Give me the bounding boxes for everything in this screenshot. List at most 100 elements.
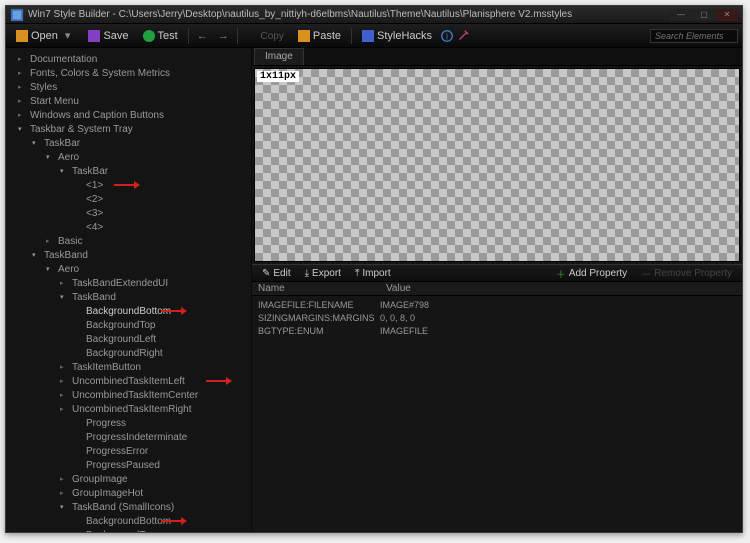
tree-item[interactable]: BackgroundBottom (6, 304, 251, 318)
back-button[interactable]: ← (193, 30, 212, 42)
chevron-right-icon: ▸ (60, 363, 68, 371)
chevron-right-icon: ▸ (60, 489, 68, 497)
tree-label: BackgroundTop (86, 320, 156, 331)
tree-label: <2> (86, 194, 103, 205)
disk-icon (88, 30, 100, 42)
stylehacks-label: StyleHacks (377, 30, 432, 42)
tree-item[interactable]: <2> (6, 192, 251, 206)
tree-item[interactable]: <1> (6, 178, 251, 192)
tree-item[interactable]: ▾TaskBand (6, 290, 251, 304)
tree-label: BackgroundBottom (86, 306, 171, 317)
titlebar[interactable]: Win7 Style Builder - C:\Users\Jerry\Desk… (6, 6, 742, 24)
tab-image[interactable]: Image (254, 48, 304, 65)
chevron-right-icon: ▸ (60, 377, 68, 385)
tree-item[interactable]: ▸GroupImageHot (6, 486, 251, 500)
save-button[interactable]: Save (82, 28, 134, 44)
tree-item[interactable]: Progress (6, 416, 251, 430)
chevron-down-icon: ▾ (60, 167, 68, 175)
chevron-right-icon: ▸ (60, 475, 68, 483)
chevron-right-icon: ▸ (18, 111, 26, 119)
tree-item[interactable]: ▸GroupImage (6, 472, 251, 486)
separator (188, 28, 189, 44)
tree-item[interactable]: ▾ TaskBar (6, 164, 251, 178)
property-row[interactable]: IMAGEFILE:FILENAMEIMAGE#798 (252, 298, 742, 311)
save-label: Save (103, 30, 128, 42)
tree-label: <3> (86, 208, 103, 219)
main-panel: Image 1x11px ✎Edit ⤓Export ⤒Import ＋Add … (252, 48, 742, 532)
image-preview[interactable]: 1x11px (254, 68, 740, 262)
edit-button[interactable]: ✎Edit (256, 268, 297, 279)
test-button[interactable]: Test (137, 28, 184, 44)
tree-label: Windows and Caption Buttons (30, 110, 164, 121)
annotation-arrow (206, 376, 236, 386)
tree-item[interactable]: ▸ Styles (6, 80, 251, 94)
chevron-right-icon: ▸ (18, 97, 26, 105)
property-grid[interactable]: IMAGEFILE:FILENAMEIMAGE#798SIZINGMARGINS… (252, 296, 742, 532)
tree-item[interactable]: ▾TaskBar (6, 136, 251, 150)
chevron-right-icon: ▸ (18, 69, 26, 77)
prop-name: SIZINGMARGINS:MARGINS (252, 313, 380, 323)
tree-item[interactable]: ▾Aero (6, 150, 251, 164)
import-button[interactable]: ⤒Import (349, 268, 397, 279)
tree-item[interactable]: ▸UncombinedTaskItemCenter (6, 388, 251, 402)
add-property-button[interactable]: ＋Add Property (550, 266, 633, 281)
tree-item[interactable]: ▾TaskBand (SmallIcons) (6, 500, 251, 514)
property-row[interactable]: SIZINGMARGINS:MARGINS0, 0, 8, 0 (252, 311, 742, 324)
forward-button[interactable]: → (214, 30, 233, 42)
tree-item[interactable]: ▾Aero (6, 262, 251, 276)
tree-label: TaskBar (72, 166, 108, 177)
stylehacks-button[interactable]: StyleHacks (356, 28, 438, 44)
tree-label: TaskBand (SmallIcons) (72, 502, 174, 513)
tree-item[interactable]: ▸UncombinedTaskItemLeft (6, 374, 251, 388)
tree-label: UncombinedTaskItemRight (72, 404, 192, 415)
col-value[interactable]: Value (380, 282, 742, 295)
app-window: Win7 Style Builder - C:\Users\Jerry\Desk… (5, 5, 743, 533)
tree-item[interactable]: ▾Taskbar & System Tray (6, 122, 251, 136)
tree-label: Progress (86, 418, 126, 429)
tree-item[interactable]: ▸UncombinedTaskItemRight (6, 402, 251, 416)
export-button[interactable]: ⤓Export (299, 268, 347, 279)
tool-icon[interactable] (456, 29, 470, 43)
tree-item[interactable]: BackgroundLeft (6, 332, 251, 346)
open-button[interactable]: Open▾ (10, 27, 80, 44)
search-input[interactable] (650, 29, 738, 43)
info-icon[interactable]: i (440, 29, 454, 43)
tree-item[interactable]: ▸Documentation (6, 52, 251, 66)
tree-item[interactable]: BackgroundBottom (6, 514, 251, 528)
paste-button[interactable]: Paste (292, 28, 347, 44)
minimize-button[interactable]: — (670, 9, 692, 21)
tree-label: ProgressPaused (86, 460, 160, 471)
wrench-icon (362, 30, 374, 42)
tree-label: TaskBand (72, 292, 116, 303)
tree-item[interactable]: ProgressError (6, 444, 251, 458)
tree-item[interactable]: ▸ Windows and Caption Buttons (6, 108, 251, 122)
chevron-right-icon: ▸ (18, 55, 26, 63)
tree-sidebar[interactable]: ▸Documentation▸Fonts, Colors & System Me… (6, 48, 252, 532)
prop-name: BGTYPE:ENUM (252, 326, 380, 336)
chevron-down-icon: ▾ (18, 125, 26, 133)
image-size-label: 1x11px (257, 71, 299, 82)
tree-item[interactable]: ProgressPaused (6, 458, 251, 472)
tree-item[interactable]: ▸Basic (6, 234, 251, 248)
property-header: Name Value (252, 282, 742, 296)
col-name[interactable]: Name (252, 282, 380, 295)
chevron-right-icon: ▸ (18, 83, 26, 91)
tree-item[interactable]: BackgroundTop (6, 318, 251, 332)
tree-item[interactable]: <3> (6, 206, 251, 220)
tree-item[interactable]: <4> (6, 220, 251, 234)
tree-item[interactable]: ▸Fonts, Colors & System Metrics (6, 66, 251, 80)
close-button[interactable]: ✕ (716, 9, 738, 21)
tree-item[interactable]: ▸TaskItemButton (6, 360, 251, 374)
tree-item[interactable]: ▸TaskBandExtendedUI (6, 276, 251, 290)
tree-label: Aero (58, 264, 79, 275)
tree-item[interactable]: ProgressIndeterminate (6, 430, 251, 444)
chevron-right-icon: ▸ (46, 237, 54, 245)
tree-label: ProgressIndeterminate (86, 432, 187, 443)
tree-item[interactable]: BackgroundTop (6, 528, 251, 532)
tree-item[interactable]: BackgroundRight (6, 346, 251, 360)
tree-label: Styles (30, 82, 57, 93)
property-row[interactable]: BGTYPE:ENUMIMAGEFILE (252, 324, 742, 337)
maximize-button[interactable]: ▢ (693, 9, 715, 21)
tree-item[interactable]: ▾TaskBand (6, 248, 251, 262)
tree-item[interactable]: ▸Start Menu (6, 94, 251, 108)
